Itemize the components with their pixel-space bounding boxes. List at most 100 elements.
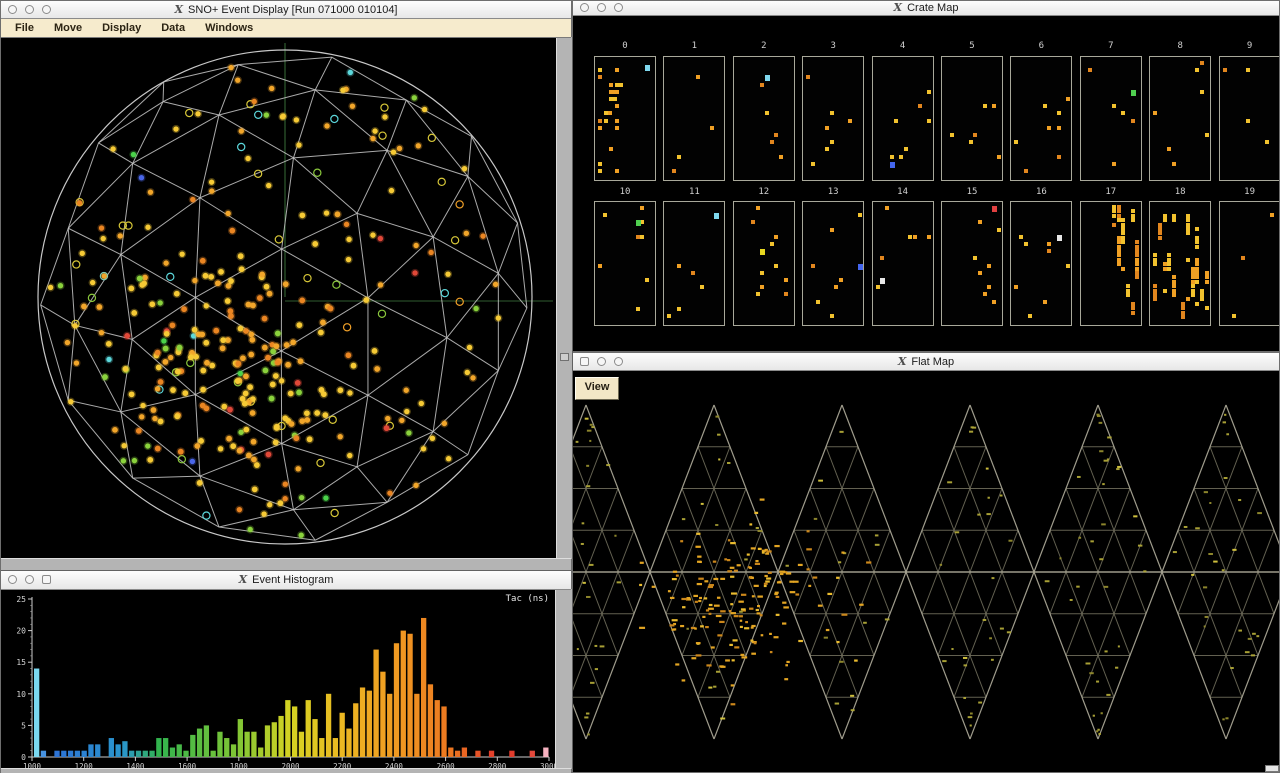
view-menu-button[interactable]: View (575, 377, 619, 400)
pmt-hit (1195, 275, 1199, 279)
crate-box-7[interactable] (1080, 56, 1142, 181)
menu-display[interactable]: Display (92, 22, 151, 34)
pmt-hit (1195, 240, 1199, 244)
crate-label: 10 (594, 187, 656, 197)
pmt-hit (1153, 289, 1157, 293)
frame-handle[interactable] (560, 353, 569, 361)
crate-box-15[interactable] (941, 201, 1003, 326)
pmt-hit (645, 278, 649, 282)
crate-box-9[interactable] (1219, 56, 1279, 181)
svg-text:15: 15 (16, 658, 26, 667)
flat-map-canvas[interactable] (573, 370, 1279, 772)
crate-box-0[interactable] (594, 56, 656, 181)
pmt-hit (927, 119, 931, 123)
pmt-hit (1066, 97, 1070, 101)
pmt-hit (1195, 267, 1199, 271)
pmt-hit (1024, 169, 1028, 173)
pmt-hit (1158, 236, 1162, 240)
hist-bar (95, 744, 100, 757)
crate-box-3[interactable] (802, 56, 864, 181)
crate-box-16[interactable] (1010, 201, 1072, 326)
crate-map-titlebar[interactable]: XCrate Map (573, 1, 1279, 16)
pmt-hit (1121, 267, 1125, 271)
pmt-hit (751, 220, 755, 224)
crate-box-4[interactable] (872, 56, 934, 181)
event-display-titlebar[interactable]: XSNO+ Event Display [Run 071000 010104] (1, 1, 571, 19)
pmt-hit (615, 83, 623, 87)
pmt-hit (1121, 111, 1125, 115)
pmt-hit (1191, 267, 1195, 271)
window-resize-frame[interactable] (1, 768, 571, 773)
crate-label: 8 (1149, 41, 1211, 51)
hist-bar (272, 722, 277, 757)
histogram-titlebar[interactable]: XEvent Histogram (1, 571, 571, 590)
pmt-hit (1241, 256, 1245, 260)
crate-box-8[interactable] (1149, 56, 1211, 181)
crate-box-11[interactable] (663, 201, 725, 326)
pmt-hit (1172, 293, 1176, 297)
pmt-hit (1186, 258, 1190, 262)
crate-box-18[interactable] (1149, 201, 1211, 326)
crate-map-canvas[interactable]: 012345678910111213141516171819 (573, 15, 1279, 351)
pmt-hit (969, 140, 973, 144)
pmt-hit (1191, 289, 1195, 293)
hist-bar (543, 748, 548, 757)
histogram-bars (34, 618, 549, 757)
hist-bar (278, 716, 283, 757)
hist-bar (251, 732, 256, 757)
pmt-hit (1195, 280, 1199, 284)
pmt-hit (640, 235, 644, 239)
pmt-hit (908, 235, 912, 239)
menu-windows[interactable]: Windows (195, 22, 263, 34)
hist-bar (34, 669, 39, 757)
crate-box-14[interactable] (872, 201, 934, 326)
pmt-hit (1167, 262, 1171, 266)
pmt-hit (1172, 289, 1176, 293)
window-resize-frame[interactable] (555, 589, 573, 769)
histogram-canvas[interactable]: 0510152025100012001400160018002000220024… (1, 589, 556, 769)
hist-bar (217, 732, 222, 757)
window-resize-frame[interactable] (1, 558, 571, 571)
hist-bar (475, 751, 480, 757)
menu-file[interactable]: File (5, 22, 44, 34)
pmt-hit (1191, 284, 1195, 288)
pmt-hit (1186, 214, 1190, 218)
hist-bar (143, 751, 148, 757)
window-resize-frame[interactable] (556, 37, 573, 559)
pmt-hit (1172, 280, 1176, 284)
hist-bar (75, 751, 80, 757)
hist-bar (299, 732, 304, 757)
svg-text:5: 5 (21, 721, 26, 730)
pmt-hit (1163, 218, 1167, 222)
hist-bar (136, 751, 141, 757)
crate-box-13[interactable] (802, 201, 864, 326)
crate-box-12[interactable] (733, 201, 795, 326)
resize-corner[interactable] (1265, 765, 1279, 772)
pmt-hit (1043, 300, 1047, 304)
pmt-hit (997, 155, 1001, 159)
crate-box-5[interactable] (941, 56, 1003, 181)
pmt-hit (598, 119, 602, 123)
flat-map-titlebar[interactable]: XFlat Map (573, 353, 1279, 371)
event-display-canvas[interactable] (1, 37, 557, 559)
pmt-hit (774, 235, 778, 239)
pmt-hit (885, 206, 889, 210)
menu-move[interactable]: Move (44, 22, 92, 34)
crate-box-2[interactable] (733, 56, 795, 181)
pmt-hit (615, 126, 619, 130)
crate-label: 4 (872, 41, 934, 51)
crate-box-19[interactable] (1219, 201, 1279, 326)
crate-box-1[interactable] (663, 56, 725, 181)
pmt-hit (609, 147, 613, 151)
pmt-hit (890, 155, 894, 159)
pmt-hit (1135, 275, 1139, 279)
pmt-hit (1117, 258, 1121, 262)
pmt-hit (1117, 236, 1121, 240)
crate-box-6[interactable] (1010, 56, 1072, 181)
pmt-hit (598, 169, 602, 173)
pmt-hit (1195, 236, 1199, 240)
crate-box-17[interactable] (1080, 201, 1142, 326)
crate-label: 11 (663, 187, 725, 197)
crate-box-10[interactable] (594, 201, 656, 326)
menu-data[interactable]: Data (151, 22, 195, 34)
